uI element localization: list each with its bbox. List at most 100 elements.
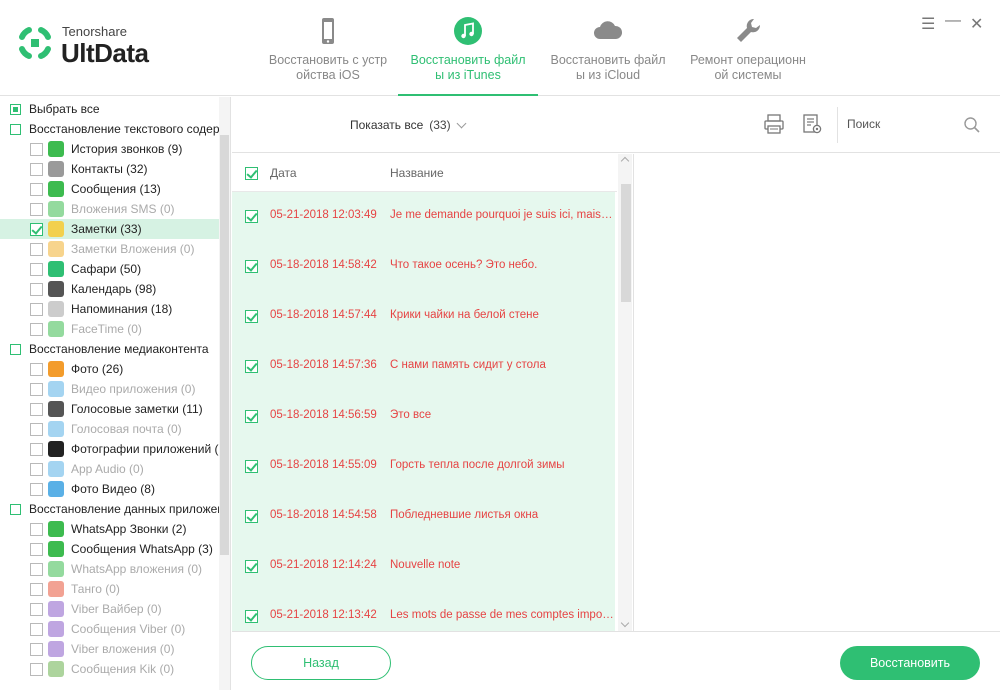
- table-row[interactable]: 05-21-2018 12:13:42 Les mots de passe de …: [232, 592, 615, 631]
- sidebar-item-checkbox[interactable]: [30, 563, 43, 576]
- sidebar-item[interactable]: WhatsApp Звонки (2): [0, 519, 219, 539]
- row-checkbox[interactable]: [245, 310, 258, 323]
- sidebar-item-checkbox[interactable]: [30, 363, 43, 376]
- sidebar-item[interactable]: Календарь (98): [0, 279, 219, 299]
- sidebar-item-checkbox[interactable]: [30, 383, 43, 396]
- row-checkbox[interactable]: [245, 410, 258, 423]
- tab-recover-from-itunes[interactable]: Восстановить файл ы из iTunes: [398, 0, 538, 96]
- sidebar-item-checkbox[interactable]: [30, 143, 43, 156]
- sidebar-item-checkbox[interactable]: [30, 483, 43, 496]
- table-row[interactable]: 05-18-2018 14:58:42 Что такое осень? Это …: [232, 242, 615, 292]
- sidebar-item[interactable]: Фото Видео (8): [0, 479, 219, 499]
- table-row[interactable]: 05-18-2018 14:56:59 Это все: [232, 392, 615, 442]
- section-header[interactable]: Восстановление медиаконтента: [0, 339, 219, 359]
- print-icon[interactable]: [763, 113, 785, 135]
- table-row[interactable]: 05-18-2018 14:57:44 Крики чайки на белой …: [232, 292, 615, 342]
- row-checkbox[interactable]: [245, 610, 258, 623]
- sidebar-item-checkbox[interactable]: [30, 663, 43, 676]
- row-checkbox[interactable]: [245, 460, 258, 473]
- row-checkbox[interactable]: [245, 560, 258, 573]
- sidebar-item-checkbox[interactable]: [30, 283, 43, 296]
- sidebar-item-label: Вложения SMS (0): [71, 202, 175, 216]
- sidebar-item[interactable]: Сообщения Viber (0): [0, 619, 219, 639]
- minimize-button[interactable]: —: [945, 12, 961, 30]
- sidebar-item[interactable]: Фото (26): [0, 359, 219, 379]
- row-checkbox[interactable]: [245, 260, 258, 273]
- sidebar-item[interactable]: Заметки (33): [0, 219, 219, 239]
- sidebar-item-checkbox[interactable]: [30, 403, 43, 416]
- table-row[interactable]: 05-18-2018 14:55:09 Горсть тепла после до…: [232, 442, 615, 492]
- search-input[interactable]: [847, 114, 957, 134]
- row-checkbox[interactable]: [245, 360, 258, 373]
- photos-icon: [48, 361, 64, 377]
- sidebar-item[interactable]: Сообщения Kik (0): [0, 659, 219, 679]
- sidebar-item-checkbox[interactable]: [30, 303, 43, 316]
- tab-recover-from-ios-device[interactable]: Восстановить с устр ойства iOS: [258, 0, 398, 96]
- row-checkbox[interactable]: [245, 210, 258, 223]
- sidebar-item-checkbox[interactable]: [30, 463, 43, 476]
- sidebar-item-checkbox[interactable]: [30, 223, 43, 236]
- tab-repair-os[interactable]: Ремонт операционн ой системы: [678, 0, 818, 96]
- calendar-icon: [48, 281, 64, 297]
- section-toggle-icon[interactable]: [10, 124, 21, 135]
- sidebar-item-checkbox[interactable]: [30, 603, 43, 616]
- column-header-title[interactable]: Название: [390, 166, 444, 180]
- sidebar-item-checkbox[interactable]: [30, 183, 43, 196]
- sidebar-item-checkbox[interactable]: [30, 523, 43, 536]
- sidebar-item[interactable]: FaceTime (0): [0, 319, 219, 339]
- sidebar-item[interactable]: Сообщения WhatsApp (3): [0, 539, 219, 559]
- sidebar-item-checkbox[interactable]: [30, 543, 43, 556]
- section-header[interactable]: Восстановление текстового содержи: [0, 119, 219, 139]
- app-video-icon: [48, 381, 64, 397]
- sidebar-item-checkbox[interactable]: [30, 583, 43, 596]
- sidebar-item-checkbox[interactable]: [30, 423, 43, 436]
- sidebar-item[interactable]: WhatsApp вложения (0): [0, 559, 219, 579]
- cloud-icon: [594, 21, 623, 39]
- sidebar-item-checkbox[interactable]: [30, 263, 43, 276]
- sidebar-item[interactable]: Танго (0): [0, 579, 219, 599]
- sidebar-item[interactable]: Контакты (32): [0, 159, 219, 179]
- sidebar-item-checkbox[interactable]: [30, 163, 43, 176]
- sidebar-item-checkbox[interactable]: [30, 443, 43, 456]
- sidebar-item[interactable]: Viber вложения (0): [0, 639, 219, 659]
- sidebar-item[interactable]: Вложения SMS (0): [0, 199, 219, 219]
- section-toggle-icon[interactable]: [10, 344, 21, 355]
- section-header[interactable]: Восстановление данных приложений: [0, 499, 219, 519]
- sidebar-item[interactable]: Видео приложения (0): [0, 379, 219, 399]
- table-row[interactable]: 05-18-2018 14:57:36 С нами память сидит у…: [232, 342, 615, 392]
- sidebar-item-checkbox[interactable]: [30, 623, 43, 636]
- select-all-row[interactable]: Выбрать все: [0, 99, 219, 119]
- sidebar-item-checkbox[interactable]: [30, 643, 43, 656]
- back-button[interactable]: Назад: [251, 646, 391, 680]
- recover-button[interactable]: Восстановить: [840, 646, 980, 680]
- sidebar-item-checkbox[interactable]: [30, 203, 43, 216]
- sidebar-item[interactable]: Viber Вайбер (0): [0, 599, 219, 619]
- table-scrollbar-thumb[interactable]: [621, 184, 631, 302]
- search-icon[interactable]: [963, 116, 981, 134]
- sidebar-item[interactable]: Сообщения (13): [0, 179, 219, 199]
- select-all-rows-checkbox[interactable]: [245, 167, 258, 180]
- sidebar-item[interactable]: Сафари (50): [0, 259, 219, 279]
- table-row[interactable]: 05-18-2018 14:54:58 Побледневшие листья о…: [232, 492, 615, 542]
- tab-recover-from-icloud[interactable]: Восстановить файл ы из iCloud: [538, 0, 678, 96]
- table-row[interactable]: 05-21-2018 12:03:49 Je me demande pourquo…: [232, 192, 615, 242]
- sidebar-item-checkbox[interactable]: [30, 323, 43, 336]
- export-settings-icon[interactable]: [801, 113, 823, 135]
- row-checkbox[interactable]: [245, 510, 258, 523]
- table-row[interactable]: 05-21-2018 12:14:24 Nouvelle note: [232, 542, 615, 592]
- show-all-dropdown[interactable]: Показать все (33): [350, 118, 467, 132]
- sidebar-scrollbar-thumb[interactable]: [220, 135, 229, 555]
- menu-button[interactable]: ☰: [921, 14, 935, 34]
- sidebar-item[interactable]: Фотографии приложений (24: [0, 439, 219, 459]
- sidebar-item[interactable]: История звонков (9): [0, 139, 219, 159]
- sidebar-item[interactable]: Голосовые заметки (11): [0, 399, 219, 419]
- section-toggle-icon[interactable]: [10, 504, 21, 515]
- sidebar-item[interactable]: Напоминания (18): [0, 299, 219, 319]
- sidebar-item-checkbox[interactable]: [30, 243, 43, 256]
- select-all-checkbox[interactable]: [10, 104, 21, 115]
- sidebar-item[interactable]: App Audio (0): [0, 459, 219, 479]
- column-header-date[interactable]: Дата: [270, 166, 297, 180]
- sidebar-item[interactable]: Заметки Вложения (0): [0, 239, 219, 259]
- close-button[interactable]: ✕: [970, 14, 983, 34]
- sidebar-item[interactable]: Голосовая почта (0): [0, 419, 219, 439]
